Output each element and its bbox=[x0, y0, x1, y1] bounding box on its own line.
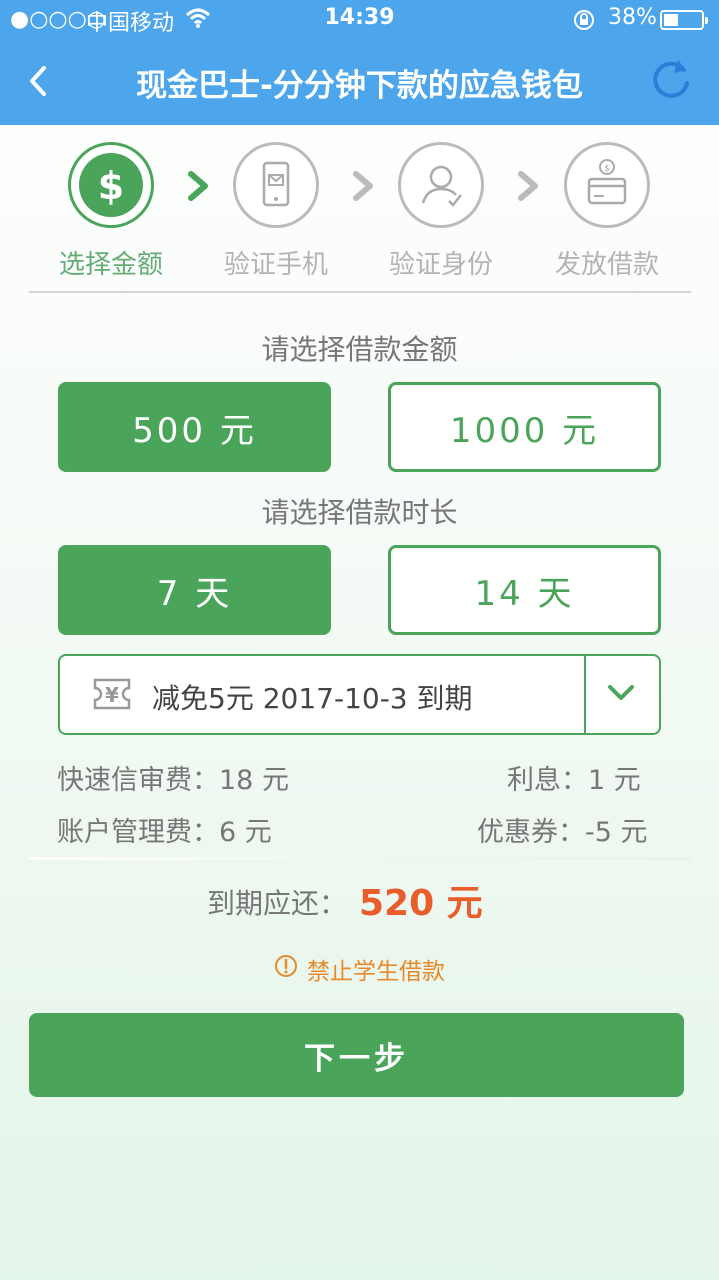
page-title: 现金巴士-分分钟下款的应急钱包 bbox=[136, 68, 583, 104]
step-circle: $ bbox=[564, 142, 650, 228]
duration-option-14[interactable]: 14 天 bbox=[388, 545, 661, 635]
due-label: 到期应还： bbox=[207, 887, 348, 920]
amount-option-500[interactable]: 500 元 bbox=[58, 382, 331, 472]
duration-option-7[interactable]: 7 天 bbox=[58, 545, 331, 635]
battery-level bbox=[664, 14, 678, 26]
battery-percent: 38% bbox=[608, 5, 657, 30]
nav-bar: 现金巴士-分分钟下款的应急钱包 bbox=[0, 40, 719, 125]
chevron-down-icon[interactable] bbox=[606, 678, 636, 708]
battery-icon bbox=[660, 10, 708, 30]
rotation-lock-icon bbox=[572, 8, 596, 38]
dollar-icon: $ bbox=[98, 164, 124, 208]
coupon-select[interactable]: ¥ 减免5元 2017-10-3 到期 bbox=[58, 654, 661, 735]
top-bar: ●○○○○ 中国移动 14:39 38% 现金巴士-分分钟下款的应急钱包 bbox=[0, 0, 719, 125]
refresh-icon bbox=[653, 60, 689, 98]
divider bbox=[29, 291, 691, 293]
coupon-separator bbox=[584, 656, 586, 733]
step-circle bbox=[233, 142, 319, 228]
coupon-discount: 优惠券：-5 元 bbox=[477, 817, 648, 848]
amount-option-1000[interactable]: 1000 元 bbox=[388, 382, 661, 472]
step-label: 验证手机 bbox=[223, 250, 328, 280]
status-bar: ●○○○○ 中国移动 14:39 38% bbox=[0, 0, 719, 40]
review-fee: 快速信审费：18 元 bbox=[57, 765, 289, 796]
refresh-button[interactable] bbox=[648, 56, 694, 102]
phone-icon bbox=[262, 161, 290, 207]
step-circle: $ bbox=[68, 142, 154, 228]
step-select-amount: $ 选择金额 bbox=[26, 140, 196, 281]
card-icon: $ bbox=[587, 159, 627, 205]
svg-text:$: $ bbox=[604, 164, 610, 174]
next-step-button[interactable]: 下一步 bbox=[29, 1013, 684, 1097]
step-circle bbox=[398, 142, 484, 228]
step-label: 验证身份 bbox=[388, 250, 493, 280]
exclamation-circle-icon bbox=[275, 955, 297, 977]
interest: 利息：1 元 bbox=[507, 765, 641, 796]
yen-ticket-icon: ¥ bbox=[93, 678, 131, 710]
svg-text:¥: ¥ bbox=[105, 683, 119, 707]
management-fee: 账户管理费：6 元 bbox=[57, 817, 272, 848]
coupon-text: 减免5元 2017-10-3 到期 bbox=[152, 682, 473, 715]
due-amount: 520 元 bbox=[359, 883, 483, 924]
warning-text: 禁止学生借款 bbox=[307, 959, 445, 985]
step-disburse-loan: $ 发放借款 bbox=[522, 140, 692, 281]
step-label: 发放借款 bbox=[554, 250, 659, 280]
step-verify-identity: 验证身份 bbox=[356, 140, 526, 281]
duration-section-title: 请选择借款时长 bbox=[261, 496, 458, 529]
divider bbox=[29, 857, 691, 860]
step-progress: $ 选择金额 验证手机 验证身份 $ 发放借款 bbox=[0, 140, 719, 290]
step-verify-phone: 验证手机 bbox=[191, 140, 361, 281]
step-label: 选择金额 bbox=[58, 250, 163, 280]
amount-section-title: 请选择借款金额 bbox=[261, 333, 458, 366]
user-check-icon bbox=[421, 165, 462, 207]
svg-text:$: $ bbox=[98, 164, 124, 208]
